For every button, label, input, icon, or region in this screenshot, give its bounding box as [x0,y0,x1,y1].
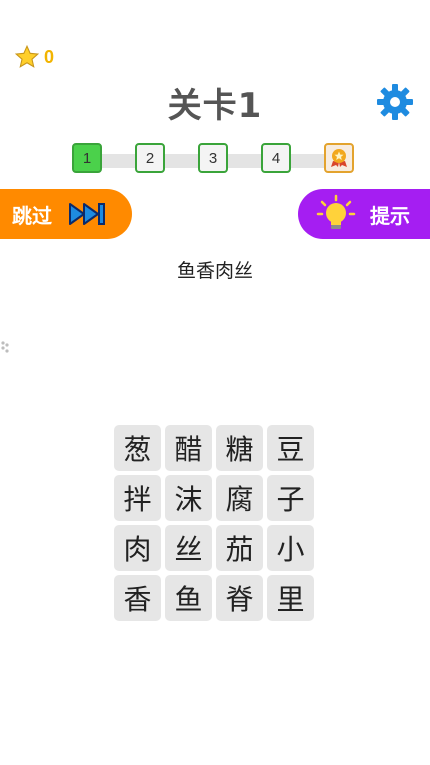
level-title: 关卡1 [167,86,263,126]
char-tile[interactable]: 里 [267,575,314,621]
progress-step-1: 1 [72,143,102,173]
hint-button[interactable]: 提示 [298,189,430,239]
level-progress: 1 2 3 4 [72,143,362,179]
medal-icon [331,149,347,167]
char-tile[interactable]: 豆 [267,425,314,471]
char-tile[interactable]: 腐 [216,475,263,521]
side-drag-handle-icon [1,341,9,353]
char-tile[interactable]: 脊 [216,575,263,621]
char-tile[interactable]: 葱 [114,425,161,471]
char-tile[interactable]: 子 [267,475,314,521]
hint-button-label: 提示 [370,203,410,228]
char-tile[interactable]: 小 [267,525,314,571]
skip-button-label: 跳过 [12,203,52,228]
char-tile[interactable]: 醋 [165,425,212,471]
char-tile[interactable]: 香 [114,575,161,621]
character-grid: 葱 醋 糖 豆 拌 沫 腐 子 肉 丝 茄 小 香 鱼 脊 里 [114,425,318,625]
progress-step-2: 2 [135,143,165,173]
reward-step [324,143,354,173]
star-count: 0 [44,46,55,67]
target-answer: 鱼香肉丝 [176,260,253,282]
star-counter: 0 [14,44,54,70]
lightbulb-icon [316,194,356,229]
char-tile[interactable]: 肉 [114,525,161,571]
skip-button[interactable]: 跳过 [0,189,132,239]
progress-step-4: 4 [261,143,291,173]
char-tile[interactable]: 沫 [165,475,212,521]
settings-gear-icon[interactable] [375,82,415,122]
progress-step-3: 3 [198,143,228,173]
char-tile[interactable]: 茄 [216,525,263,571]
char-tile[interactable]: 鱼 [165,575,212,621]
fast-forward-icon [69,203,105,225]
char-tile[interactable]: 丝 [165,525,212,571]
char-tile[interactable]: 糖 [216,425,263,471]
char-tile[interactable]: 拌 [114,475,161,521]
star-icon [14,44,40,68]
